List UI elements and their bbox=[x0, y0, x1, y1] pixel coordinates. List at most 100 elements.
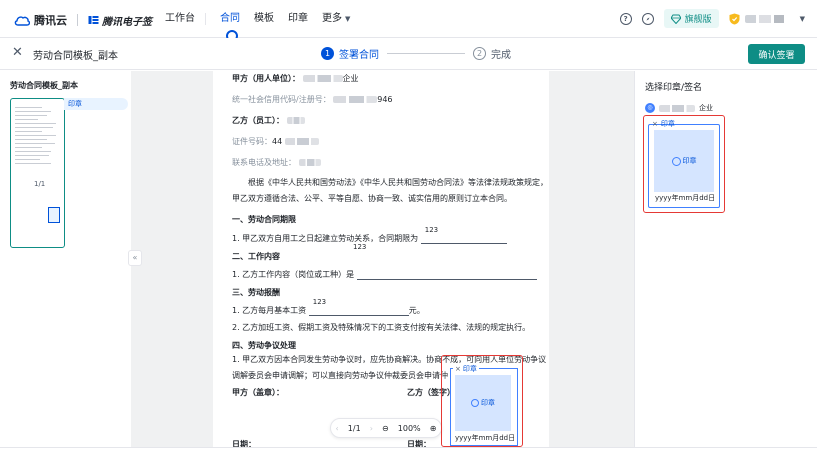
seal-selection-panel: 选择印章/签名 ◎ 企业 印章 yyyy年mm月dd日 × 印章 bbox=[634, 71, 817, 447]
company-row: ◎ 企业 bbox=[645, 103, 713, 113]
section-2-title: 二、工作内容 bbox=[232, 252, 280, 261]
user-name-redacted bbox=[744, 14, 795, 23]
compass-icon[interactable] bbox=[641, 12, 654, 25]
seal-option-tag: × 印章 bbox=[652, 119, 675, 129]
redacted-text bbox=[298, 159, 321, 166]
seal-option-label: 印章 bbox=[682, 157, 697, 165]
section-3-text: 1. 乙方每月基本工资 123 元。 bbox=[232, 298, 425, 316]
section-1-clause: 1. 甲乙双方自用工之日起建立劳动关系，合同期限为 bbox=[232, 234, 419, 243]
id-label: 证件号码： bbox=[232, 137, 272, 146]
id-row: 证件号码：44 bbox=[232, 136, 319, 147]
brand[interactable]: 腾讯云 腾讯电子签 bbox=[14, 12, 152, 28]
zoom-out-icon[interactable]: ⊖ bbox=[382, 424, 389, 433]
placed-seal-highlight[interactable]: 印章 yyyy年mm月dd日 × 印章 bbox=[441, 355, 523, 447]
brand-divider bbox=[77, 14, 78, 26]
help-icon[interactable]: ? bbox=[619, 12, 632, 25]
zoom-level: 100% bbox=[397, 423, 421, 433]
remove-seal-icon[interactable]: × bbox=[455, 365, 461, 373]
placed-seal-tag: × 印章 bbox=[453, 364, 479, 374]
party-b-row: 乙方（员工）： bbox=[232, 115, 305, 126]
company-icon: ◎ bbox=[645, 103, 655, 113]
esign-logo-icon bbox=[88, 16, 99, 24]
seal-option-preview[interactable]: 印章 bbox=[654, 130, 714, 192]
page-indicator: 1/1 bbox=[347, 423, 361, 433]
chevron-down-icon: ▼ bbox=[345, 15, 351, 23]
page-thumbnail-panel: 劳动合同模板_副本 印章 1/1 bbox=[0, 71, 131, 447]
user-menu[interactable]: ▼ bbox=[729, 13, 805, 25]
seal-icon bbox=[471, 399, 479, 407]
next-page-icon[interactable]: › bbox=[370, 424, 373, 433]
redacted-text bbox=[286, 117, 305, 124]
prev-page-icon[interactable]: ‹ bbox=[336, 424, 339, 433]
step-connector bbox=[387, 53, 465, 54]
product-brand: 腾讯电子签 bbox=[88, 13, 152, 28]
product-name: 腾讯电子签 bbox=[102, 16, 152, 28]
party-a-value: 企业 bbox=[342, 74, 359, 83]
seal-icon bbox=[671, 156, 681, 166]
thumbnail-page-number: 1/1 bbox=[34, 180, 46, 188]
top-bar: 腾讯云 腾讯电子签 工作台 合同 模板 印章 更多 ▼ ? 旗舰版 ▼ bbox=[0, 0, 817, 42]
salary-field[interactable]: 123 bbox=[308, 298, 409, 316]
section-3-clause: 1. 乙方每月基本工资 bbox=[232, 306, 307, 315]
step-progress: 1 签署合同 2 完成 bbox=[321, 46, 511, 61]
zoom-in-icon[interactable]: ⊕ bbox=[430, 424, 437, 433]
placed-seal-label: 印章 bbox=[481, 399, 495, 407]
thumbnail-seal-marker bbox=[48, 207, 60, 223]
phone-row: 联系电话及地址： bbox=[232, 157, 321, 168]
section-2-clause: 1. 乙方工作内容（岗位或工种）是 bbox=[232, 270, 355, 279]
nav-divider bbox=[205, 13, 206, 25]
page-thumbnail[interactable] bbox=[10, 98, 65, 248]
section-4-title: 四、劳动争议处理 bbox=[232, 341, 296, 350]
diamond-icon bbox=[670, 14, 681, 24]
zoom-controls: ‹ 1/1 › ⊖ 100% ⊕ bbox=[330, 418, 442, 438]
credit-code-label: 统一社会信用代码/注册号： bbox=[232, 95, 331, 104]
placed-seal[interactable]: 印章 yyyy年mm月dd日 bbox=[450, 368, 518, 446]
placed-seal-tag-label: 印章 bbox=[462, 365, 477, 373]
contract-term-field[interactable]: 123 bbox=[420, 226, 507, 244]
party-a-row: 甲方（用人单位）： 企业 bbox=[232, 73, 359, 84]
thumbnail-panel-title: 劳动合同模板_副本 bbox=[10, 81, 78, 90]
section-2-floating-value: 123 bbox=[353, 243, 367, 251]
nav-more[interactable]: 更多 ▼ bbox=[322, 0, 350, 38]
redacted-text bbox=[284, 138, 319, 145]
bottom-strip bbox=[0, 447, 817, 461]
doc-title: 劳动合同模板_副本 bbox=[33, 51, 118, 62]
section-3-title: 三、劳动报酬 bbox=[232, 288, 280, 297]
party-b-label: 乙方（员工）： bbox=[232, 116, 284, 125]
party-a-label: 甲方（用人单位）： bbox=[232, 74, 300, 83]
shield-icon bbox=[729, 13, 740, 24]
collapse-panel-button[interactable]: « bbox=[128, 250, 142, 266]
company-suffix: 企业 bbox=[699, 104, 713, 112]
confirm-sign-button[interactable]: 确认签署 bbox=[748, 44, 805, 64]
nav-workbench[interactable]: 工作台 bbox=[165, 0, 195, 38]
seal-option[interactable]: 印章 yyyy年mm月dd日 bbox=[648, 124, 720, 208]
nav-contract[interactable]: 合同 bbox=[220, 0, 240, 42]
nav-seal[interactable]: 印章 bbox=[288, 0, 308, 38]
credit-code-row: 统一社会信用代码/注册号： 946 bbox=[232, 94, 393, 105]
redacted-text bbox=[302, 75, 343, 82]
section-1-title: 一、劳动合同期限 bbox=[232, 215, 296, 224]
seal-close-icon[interactable]: × bbox=[652, 120, 658, 128]
sign-header: ✕ 劳动合同模板_副本 1 签署合同 2 完成 确认签署 bbox=[0, 38, 817, 70]
step-1-label: 签署合同 bbox=[339, 50, 379, 61]
seal-panel-title: 选择印章/签名 bbox=[645, 83, 703, 93]
id-value: 44 bbox=[272, 137, 283, 146]
step-1-number: 1 bbox=[321, 47, 334, 60]
redacted-text bbox=[333, 96, 378, 103]
section-2-text: 1. 乙方工作内容（岗位或工种）是 bbox=[232, 269, 537, 280]
contract-intro: 根据《中华人民共和国劳动法》《中华人民共和国劳动合同法》等法律法规政策规定，甲乙… bbox=[232, 178, 548, 203]
thumbnail-seal-tag: 印章 bbox=[64, 98, 128, 110]
nav-template[interactable]: 模板 bbox=[254, 0, 274, 38]
tencent-cloud-logo-icon bbox=[14, 15, 30, 26]
sign-party-a: 甲方（盖章）： bbox=[232, 388, 284, 397]
placed-seal-area[interactable]: 印章 bbox=[455, 375, 511, 431]
vip-badge[interactable]: 旗舰版 bbox=[663, 9, 719, 28]
credit-code-value: 946 bbox=[377, 95, 393, 104]
close-icon[interactable]: ✕ bbox=[12, 46, 23, 60]
brand-name: 腾讯云 bbox=[34, 14, 67, 27]
seal-option-highlight[interactable]: 印章 yyyy年mm月dd日 × 印章 bbox=[643, 115, 725, 213]
job-content-field[interactable] bbox=[356, 270, 537, 280]
contract-term-value: 123 bbox=[424, 226, 439, 234]
section-1-text: 1. 甲乙双方自用工之日起建立劳动关系，合同期限为 123 bbox=[232, 226, 507, 244]
chevron-down-icon: ▼ bbox=[799, 14, 805, 23]
